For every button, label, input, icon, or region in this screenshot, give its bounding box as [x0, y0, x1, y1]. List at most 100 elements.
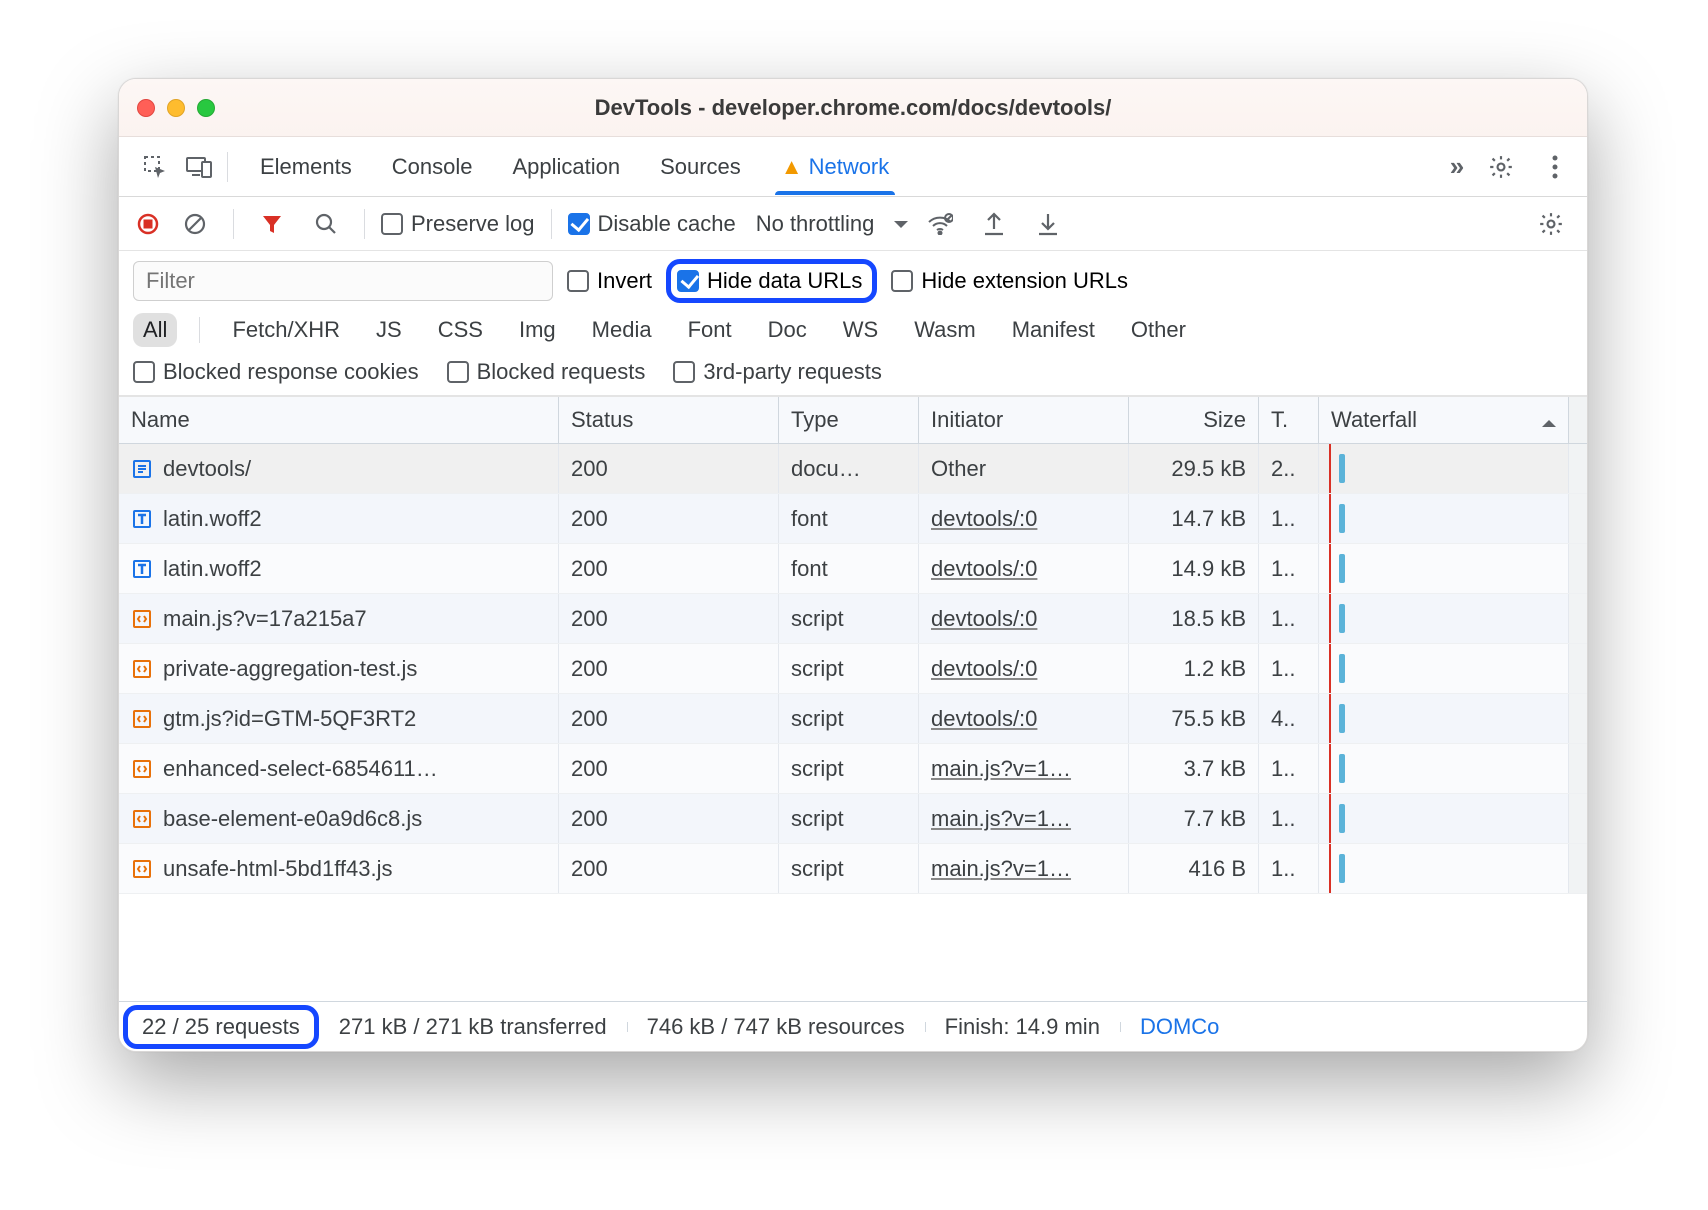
- cell-initiator[interactable]: devtools/:0: [919, 644, 1129, 693]
- export-har-icon[interactable]: [972, 202, 1016, 246]
- cell-time: 1..: [1259, 594, 1319, 643]
- tab-application[interactable]: Application: [506, 154, 626, 194]
- cell-type: docu…: [779, 444, 919, 493]
- domcontentloaded-link[interactable]: DOMCo: [1120, 1014, 1239, 1040]
- network-toolbar: Preserve log Disable cache No throttling: [119, 197, 1587, 251]
- network-settings-gear-icon[interactable]: [1529, 202, 1573, 246]
- blocked-cookies-option[interactable]: Blocked response cookies: [133, 359, 419, 385]
- table-row[interactable]: latin.woff2200fontdevtools/:014.9 kB1..: [119, 544, 1587, 594]
- hide-data-urls-option[interactable]: Hide data URLs: [677, 268, 862, 294]
- search-icon[interactable]: [304, 202, 348, 246]
- filter-funnel-icon[interactable]: [250, 202, 294, 246]
- record-button[interactable]: [133, 209, 163, 239]
- table-row[interactable]: unsafe-html-5bd1ff43.js200scriptmain.js?…: [119, 844, 1587, 894]
- type-filter-img[interactable]: Img: [509, 313, 566, 347]
- disable-cache-option[interactable]: Disable cache: [568, 211, 736, 237]
- status-bar: 22 / 25 requests 271 kB / 271 kB transfe…: [119, 1001, 1587, 1051]
- cell-status: 200: [559, 444, 779, 493]
- tab-elements[interactable]: Elements: [254, 154, 358, 194]
- hide-extension-urls-option[interactable]: Hide extension URLs: [891, 268, 1128, 294]
- settings-gear-icon[interactable]: [1479, 145, 1523, 189]
- col-name[interactable]: Name: [119, 397, 559, 443]
- third-party-option[interactable]: 3rd-party requests: [673, 359, 882, 385]
- minimize-window-button[interactable]: [167, 99, 185, 117]
- cell-waterfall: [1319, 594, 1569, 643]
- network-table: Name Status Type Initiator Size T. Water…: [119, 396, 1587, 1001]
- cell-initiator[interactable]: main.js?v=1…: [919, 794, 1129, 843]
- cell-time: 1..: [1259, 744, 1319, 793]
- zoom-window-button[interactable]: [197, 99, 215, 117]
- hide-data-urls-checkbox[interactable]: [677, 270, 699, 292]
- type-filter-js[interactable]: JS: [366, 313, 412, 347]
- cell-time: 1..: [1259, 544, 1319, 593]
- script-file-icon: [131, 708, 153, 730]
- cell-initiator[interactable]: main.js?v=1…: [919, 844, 1129, 893]
- type-filter-fetchxhr[interactable]: Fetch/XHR: [222, 313, 350, 347]
- device-toggle-icon[interactable]: [177, 145, 221, 189]
- throttling-select[interactable]: No throttling: [756, 211, 909, 237]
- cell-waterfall: [1319, 444, 1569, 493]
- disable-cache-checkbox[interactable]: [568, 213, 590, 235]
- close-window-button[interactable]: [137, 99, 155, 117]
- filter-input[interactable]: [133, 261, 553, 301]
- titlebar: DevTools - developer.chrome.com/docs/dev…: [119, 79, 1587, 137]
- tab-network[interactable]: ▲Network: [775, 154, 895, 194]
- invert-checkbox[interactable]: [567, 270, 589, 292]
- cell-initiator: Other: [919, 444, 1129, 493]
- blocked-requests-option[interactable]: Blocked requests: [447, 359, 646, 385]
- network-conditions-icon[interactable]: [918, 202, 962, 246]
- cell-size: 75.5 kB: [1129, 694, 1259, 743]
- cell-waterfall: [1319, 844, 1569, 893]
- cell-initiator[interactable]: devtools/:0: [919, 544, 1129, 593]
- cell-initiator[interactable]: devtools/:0: [919, 594, 1129, 643]
- tab-console[interactable]: Console: [386, 154, 479, 194]
- cell-name: enhanced-select-6854611…: [119, 744, 559, 793]
- type-filter-wasm[interactable]: Wasm: [904, 313, 986, 347]
- type-filter-media[interactable]: Media: [582, 313, 662, 347]
- type-filter-ws[interactable]: WS: [833, 313, 888, 347]
- inspect-element-icon[interactable]: [133, 145, 177, 189]
- tab-sources[interactable]: Sources: [654, 154, 747, 194]
- table-row[interactable]: enhanced-select-6854611…200scriptmain.js…: [119, 744, 1587, 794]
- table-row[interactable]: base-element-e0a9d6c8.js200scriptmain.js…: [119, 794, 1587, 844]
- cell-initiator[interactable]: devtools/:0: [919, 494, 1129, 543]
- table-row[interactable]: private-aggregation-test.js200scriptdevt…: [119, 644, 1587, 694]
- col-status[interactable]: Status: [559, 397, 779, 443]
- table-row[interactable]: gtm.js?id=GTM-5QF3RT2200scriptdevtools/:…: [119, 694, 1587, 744]
- script-file-icon: [131, 658, 153, 680]
- type-filter-other[interactable]: Other: [1121, 313, 1196, 347]
- import-har-icon[interactable]: [1026, 202, 1070, 246]
- cell-size: 3.7 kB: [1129, 744, 1259, 793]
- cell-size: 29.5 kB: [1129, 444, 1259, 493]
- col-type[interactable]: Type: [779, 397, 919, 443]
- cell-status: 200: [559, 844, 779, 893]
- cell-type: font: [779, 494, 919, 543]
- col-initiator[interactable]: Initiator: [919, 397, 1129, 443]
- kebab-menu-icon[interactable]: [1533, 145, 1577, 189]
- table-row[interactable]: devtools/200docu…Other29.5 kB2..: [119, 444, 1587, 494]
- type-filter-manifest[interactable]: Manifest: [1002, 313, 1105, 347]
- cell-initiator[interactable]: main.js?v=1…: [919, 744, 1129, 793]
- preserve-log-option[interactable]: Preserve log: [381, 211, 535, 237]
- col-time[interactable]: T.: [1259, 397, 1319, 443]
- type-filter-font[interactable]: Font: [678, 313, 742, 347]
- clear-button[interactable]: [173, 202, 217, 246]
- type-filter-all[interactable]: All: [133, 313, 177, 347]
- sort-asc-icon: [1542, 413, 1556, 427]
- hide-extension-urls-checkbox[interactable]: [891, 270, 913, 292]
- devtools-window: DevTools - developer.chrome.com/docs/dev…: [118, 78, 1588, 1052]
- font-file-icon: [131, 558, 153, 580]
- type-filter-doc[interactable]: Doc: [758, 313, 817, 347]
- top-tabs: Elements Console Application Sources ▲Networ…: [119, 137, 1587, 197]
- invert-option[interactable]: Invert: [567, 268, 652, 294]
- cell-initiator[interactable]: devtools/:0: [919, 694, 1129, 743]
- col-waterfall[interactable]: Waterfall: [1319, 397, 1569, 443]
- more-tabs-icon[interactable]: »: [1435, 145, 1479, 189]
- cell-type: script: [779, 694, 919, 743]
- col-size[interactable]: Size: [1129, 397, 1259, 443]
- type-filter-css[interactable]: CSS: [428, 313, 493, 347]
- table-row[interactable]: main.js?v=17a215a7200scriptdevtools/:018…: [119, 594, 1587, 644]
- table-row[interactable]: latin.woff2200fontdevtools/:014.7 kB1..: [119, 494, 1587, 544]
- requests-count: 22 / 25 requests: [142, 1014, 300, 1039]
- preserve-log-checkbox[interactable]: [381, 213, 403, 235]
